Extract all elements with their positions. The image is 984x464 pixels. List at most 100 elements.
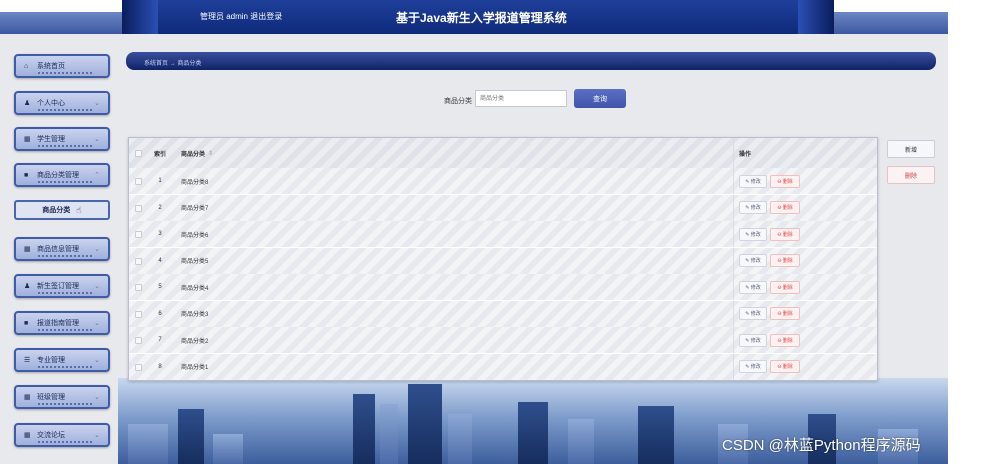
sidebar-subitem-category[interactable]: 商品分类 ☝ xyxy=(14,200,110,220)
watermark-text: CSDN @林蓝Python程序源码 xyxy=(722,437,921,454)
sidebar-item-underline xyxy=(38,109,94,111)
chevron-down-icon: ⌄ xyxy=(94,394,100,401)
delete-button[interactable]: ⊖ 删除 xyxy=(770,360,800,373)
row-category-name: 商品分类6 xyxy=(181,232,209,239)
delete-button[interactable]: ⊖ 删除 xyxy=(770,254,800,267)
edit-button[interactable]: ✎ 修改 xyxy=(739,174,767,188)
row-index: 4 xyxy=(158,257,162,264)
row-index: 1 xyxy=(158,178,162,184)
sidebar-item-label: 专业管理 xyxy=(37,357,65,364)
table-row: 8 商品分类1 ✎ 修改 ⊖ 删除 xyxy=(129,353,877,380)
table-row: 2 商品分类7 ✎ 修改 ⊖ 删除 xyxy=(129,194,877,221)
row-actions: ✎ 修改 ⊖ 删除 xyxy=(739,327,859,353)
sidebar-item-underline xyxy=(38,292,94,294)
row-checkbox[interactable] xyxy=(135,178,142,185)
chevron-down-icon: ⌄ xyxy=(94,136,100,143)
cursor-hand-icon: ☝ xyxy=(76,204,82,215)
edit-button[interactable]: ✎ 修改 xyxy=(739,227,767,241)
table-header-row: 索引 商品分类 ⇕ 操作 xyxy=(129,138,877,168)
sidebar: ⌂ 系统首页 ♟ 个人中心 ⌄ ▦ 学生管理 ⌄ ■ 商品分类管理 ⌃ 商品分类… xyxy=(0,34,118,464)
sidebar-item-students[interactable]: ▦ 学生管理 ⌄ xyxy=(14,127,110,151)
column-divider xyxy=(733,274,734,300)
sidebar-item-guide[interactable]: ■ 报道指南管理 ⌄ xyxy=(14,311,110,335)
row-actions: ✎ 修改 ⊖ 删除 xyxy=(739,248,859,274)
delete-button[interactable]: ⊖ 删除 xyxy=(770,333,800,347)
sidebar-item-underline xyxy=(38,403,94,405)
delete-button[interactable]: ⊖ 删除 xyxy=(770,227,800,241)
row-checkbox[interactable] xyxy=(135,231,142,238)
sidebar-item-underline xyxy=(38,255,94,257)
add-button[interactable]: 新增 xyxy=(887,140,935,158)
table-row: 5 商品分类4 ✎ 修改 ⊖ 删除 xyxy=(129,274,877,300)
edit-button[interactable]: ✎ 修改 xyxy=(739,307,767,320)
app-title: 基于Java新生入学报道管理系统 xyxy=(396,11,567,25)
chevron-down-icon: ⌄ xyxy=(94,432,100,439)
person-icon: ♟ xyxy=(24,99,31,107)
sidebar-item-label: 班级管理 xyxy=(37,394,65,401)
row-index: 5 xyxy=(158,284,162,290)
row-index: 8 xyxy=(158,363,162,370)
row-index: 7 xyxy=(158,337,162,343)
delete-button[interactable]: ⊖ 删除 xyxy=(770,280,800,294)
row-checkbox[interactable] xyxy=(135,363,142,371)
search-button[interactable]: 查询 xyxy=(574,89,626,108)
sidebar-item-label: 个人中心 xyxy=(37,100,65,107)
table-row: 4 商品分类5 ✎ 修改 ⊖ 删除 xyxy=(129,247,877,274)
delete-button[interactable]: ⊖ 删除 xyxy=(770,201,800,214)
row-index: 2 xyxy=(158,204,162,211)
search-input[interactable] xyxy=(475,90,567,107)
row-actions: ✎ 修改 ⊖ 删除 xyxy=(739,274,859,300)
select-all-checkbox[interactable] xyxy=(135,150,142,157)
sidebar-item-home[interactable]: ⌂ 系统首页 xyxy=(14,54,110,78)
row-actions: ✎ 修改 ⊖ 删除 xyxy=(739,301,859,327)
row-actions: ✎ 修改 ⊖ 删除 xyxy=(739,195,859,221)
edit-button[interactable]: ✎ 修改 xyxy=(739,333,767,347)
column-divider xyxy=(733,353,734,380)
sidebar-item-label: 报道指南管理 xyxy=(37,320,79,327)
sidebar-item-classes[interactable]: ▦ 班级管理 ⌄ xyxy=(14,385,110,409)
sidebar-item-forum[interactable]: ▦ 交流论坛 ⌄ xyxy=(14,423,110,447)
sidebar-item-personal-center[interactable]: ♟ 个人中心 ⌄ xyxy=(14,91,110,115)
list-icon: ☰ xyxy=(24,356,31,364)
bulk-delete-button[interactable]: 删除 xyxy=(887,166,935,184)
person-icon: ♟ xyxy=(24,282,31,290)
chevron-down-icon: ⌄ xyxy=(94,357,100,364)
column-divider xyxy=(733,327,734,353)
sidebar-item-product-info[interactable]: ▦ 商品信息管理 ⌄ xyxy=(14,237,110,261)
delete-button[interactable]: ⊖ 删除 xyxy=(770,174,800,188)
row-checkbox[interactable] xyxy=(135,257,142,265)
row-actions: ✎ 修改 ⊖ 删除 xyxy=(739,221,859,247)
sidebar-item-label: 商品分类 xyxy=(42,207,71,214)
row-checkbox[interactable] xyxy=(135,204,142,212)
row-index: 3 xyxy=(158,231,162,237)
edit-button[interactable]: ✎ 修改 xyxy=(739,360,767,373)
box-icon: ■ xyxy=(24,171,29,179)
header-category[interactable]: 商品分类 ⇕ xyxy=(181,138,681,168)
sidebar-item-majors[interactable]: ☰ 专业管理 ⌄ xyxy=(14,348,110,372)
row-checkbox[interactable] xyxy=(135,337,142,344)
chevron-up-icon: ⌃ xyxy=(94,172,100,179)
edit-button[interactable]: ✎ 修改 xyxy=(739,280,767,294)
column-divider xyxy=(733,221,734,247)
sidebar-item-underline xyxy=(38,72,94,74)
header-index: 索引 xyxy=(153,151,166,158)
sidebar-item-category-management[interactable]: ■ 商品分类管理 ⌃ xyxy=(14,163,110,187)
edit-button[interactable]: ✎ 修改 xyxy=(739,254,767,267)
sidebar-item-underline xyxy=(38,366,94,368)
delete-button[interactable]: ⊖ 删除 xyxy=(770,307,800,320)
chevron-down-icon: ⌄ xyxy=(94,320,100,327)
sidebar-item-signing[interactable]: ♟ 新生签订管理 ⌄ xyxy=(14,274,110,298)
row-checkbox[interactable] xyxy=(135,284,142,291)
user-info[interactable]: 管理员 admin 退出登录 xyxy=(200,11,282,22)
table-row: 1 商品分类8 ✎ 修改 ⊖ 删除 xyxy=(129,168,877,194)
column-divider xyxy=(733,168,734,194)
sort-icon[interactable]: ⇕ xyxy=(208,150,213,157)
table-row: 7 商品分类2 ✎ 修改 ⊖ 删除 xyxy=(129,327,877,353)
sidebar-item-underline xyxy=(38,145,94,147)
edit-button[interactable]: ✎ 修改 xyxy=(739,201,767,214)
box-icon: ■ xyxy=(24,319,29,327)
column-divider xyxy=(733,138,734,168)
row-category-name: 商品分类1 xyxy=(181,365,209,371)
row-actions: ✎ 修改 ⊖ 删除 xyxy=(739,354,859,380)
row-checkbox[interactable] xyxy=(135,310,142,318)
